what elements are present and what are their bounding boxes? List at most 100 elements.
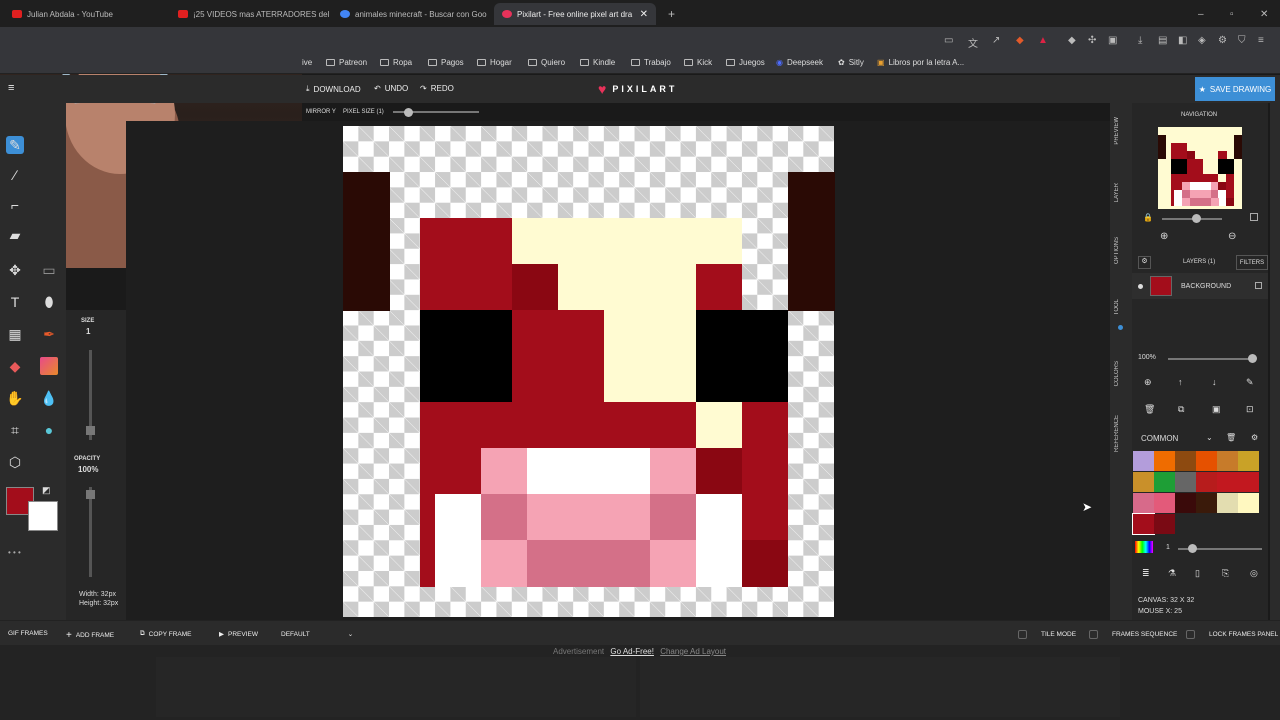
merge-layer-icon[interactable]: ▣ (1212, 404, 1221, 415)
close-window-icon[interactable]: ✕ (1252, 3, 1276, 25)
palette-swatch[interactable] (1238, 451, 1259, 471)
lock-frames-toggle[interactable]: LOCK FRAMES PANEL (1186, 630, 1278, 639)
pixel-size-slider-knob[interactable] (404, 108, 413, 117)
frame-mode-select[interactable]: DEFAULT ⌄ (281, 630, 353, 639)
tab-colors[interactable]: COLORS (1114, 361, 1120, 386)
download-icon[interactable]: ⤓ (1138, 35, 1142, 46)
layer-settings-icon[interactable]: ⚙ (1138, 256, 1151, 269)
bookmark-item[interactable]: Ropa (380, 58, 412, 67)
bookmark-item[interactable]: Hogar (477, 58, 512, 67)
mirror-y-toggle[interactable]: MIRROR Y (306, 109, 336, 115)
more-dots-icon[interactable]: • • • (8, 548, 21, 557)
palette-swatch[interactable] (1154, 514, 1175, 534)
tab-preview[interactable]: PREVIEW (1114, 117, 1120, 145)
bookmark-item[interactable]: Kindle (580, 58, 615, 67)
download-button[interactable]: ⤓ DOWNLOAD (306, 84, 361, 94)
dither-icon[interactable]: ▦ (6, 325, 24, 343)
zoom-out-icon[interactable]: ⊖ (1228, 231, 1236, 242)
minimize-icon[interactable]: – (1190, 3, 1212, 25)
palette-swatch[interactable] (1238, 472, 1259, 492)
fill-bucket-icon[interactable]: ◆ (6, 357, 24, 375)
extension-icon[interactable]: ◆ (1068, 35, 1076, 46)
new-tab-button[interactable]: + (660, 3, 680, 25)
palette-swatch[interactable] (1196, 472, 1217, 492)
egg-icon[interactable]: ⬮ (40, 293, 58, 311)
shape-icon[interactable]: ▭ (40, 261, 58, 279)
move-icon[interactable]: ✥ (6, 261, 24, 279)
tile-mode-toggle[interactable]: TILE MODE (1018, 630, 1076, 639)
media-icon[interactable]: ▣ (1108, 35, 1117, 46)
bookmark-item[interactable]: Pagos (428, 58, 464, 67)
maximize-icon[interactable]: ▫ (1222, 3, 1242, 25)
zoom-in-icon[interactable]: ⊕ (1160, 231, 1168, 242)
copy-frame-button[interactable]: ⧉ COPY FRAME (140, 630, 192, 638)
file-icon[interactable]: ▯ (1195, 568, 1200, 579)
share-icon[interactable]: ↗ (992, 35, 1000, 46)
palette-swatch[interactable] (1196, 493, 1217, 513)
screen-icon[interactable]: ▭ (944, 35, 953, 46)
layer-visibility-icon[interactable] (1138, 284, 1143, 289)
palette-swatch[interactable] (1154, 472, 1175, 492)
color-picker-icon[interactable] (1135, 541, 1153, 553)
bookmark-item[interactable]: Trabajo (631, 58, 671, 67)
palette-swatch[interactable] (1175, 472, 1196, 492)
change-ad-layout-link[interactable]: Change Ad Layout (660, 647, 726, 656)
tab-layer[interactable]: LAYER (1114, 183, 1120, 202)
tab-reference[interactable]: REFERENCE (1114, 415, 1120, 452)
bookmark-item[interactable]: Juegos (726, 58, 765, 67)
eraser-icon[interactable]: ▰ (6, 226, 24, 244)
tab-tool[interactable]: TOOL (1114, 299, 1120, 315)
gradient-icon[interactable] (40, 357, 58, 375)
palette-swatch[interactable] (1196, 451, 1217, 471)
bookmark-item[interactable]: ▣ Libros por la letra A... (877, 58, 964, 67)
export-icon[interactable]: ⎘ (1222, 568, 1229, 579)
lock-icon[interactable]: 🔒 (1143, 213, 1153, 222)
filters-button[interactable]: FILTERS (1236, 255, 1268, 270)
chevron-down-icon[interactable]: ⌄ (1206, 433, 1213, 442)
sidebar-icon[interactable]: ◧ (1178, 35, 1187, 46)
secondary-color-swatch[interactable] (28, 501, 58, 531)
palette-swatch[interactable] (1133, 493, 1154, 513)
palette-name[interactable]: COMMON (1141, 434, 1178, 443)
bookmark-item[interactable]: Quiero (528, 58, 565, 67)
ad-slot[interactable] (156, 657, 636, 717)
text-icon[interactable]: T (6, 293, 24, 311)
hand-icon[interactable]: ✋ (6, 389, 24, 407)
browser-tab-active[interactable]: Pixilart - Free online pixel art dra ✕ (494, 3, 656, 25)
redo-button[interactable]: ↷ REDO (420, 84, 454, 93)
undo-button[interactable]: ↶ UNDO (374, 84, 408, 93)
tab-search-icon[interactable]: ▤ (1158, 35, 1167, 46)
wallet-icon[interactable]: ◈ (1198, 35, 1206, 46)
palette-size-knob[interactable] (1188, 544, 1197, 553)
ad-slot[interactable] (640, 657, 1120, 717)
pencil-icon[interactable]: ✎ (6, 136, 24, 154)
palette-swatch[interactable] (1154, 493, 1175, 513)
frames-sequence-checkbox[interactable] (1089, 630, 1098, 639)
opacity-slider-knob[interactable] (86, 490, 95, 499)
palette-swatch[interactable] (1238, 493, 1259, 513)
zoom-slider-knob[interactable] (1192, 214, 1201, 223)
panel-scrollbar[interactable] (1270, 103, 1280, 620)
layer-checkbox[interactable] (1255, 282, 1262, 289)
palette-swatch[interactable] (1154, 451, 1175, 471)
cube-icon[interactable]: ⬡ (6, 453, 24, 471)
hamburger-menu-icon[interactable]: ≡ (8, 82, 14, 94)
add-layer-icon[interactable]: ⊕ (1144, 377, 1152, 388)
palette-swatch[interactable] (1132, 513, 1155, 535)
collapse-layer-icon[interactable]: ⊡ (1246, 404, 1254, 415)
move-down-icon[interactable]: ↓ (1212, 377, 1217, 387)
size-slider-knob[interactable] (86, 426, 95, 435)
save-drawing-button[interactable]: ★ SAVE DRAWING (1195, 77, 1275, 101)
palette-swatch[interactable] (1217, 493, 1238, 513)
fit-icon[interactable] (1250, 213, 1258, 221)
navigation-thumbnail[interactable] (1158, 127, 1243, 209)
layer-opacity-slider[interactable] (1168, 358, 1253, 360)
target-icon[interactable]: ◎ (1250, 568, 1258, 579)
bookmark-item[interactable]: ✿ Sitly (838, 58, 864, 67)
bookmark-item[interactable]: ive (302, 58, 312, 67)
brush-icon[interactable]: ∕ (6, 166, 24, 184)
bookmark-item[interactable]: Patreon (326, 58, 367, 67)
tab-options[interactable]: OPTIONS (1114, 237, 1120, 264)
palette-swatch[interactable] (1217, 472, 1238, 492)
delete-layer-icon[interactable]: 🗑 (1144, 404, 1155, 415)
